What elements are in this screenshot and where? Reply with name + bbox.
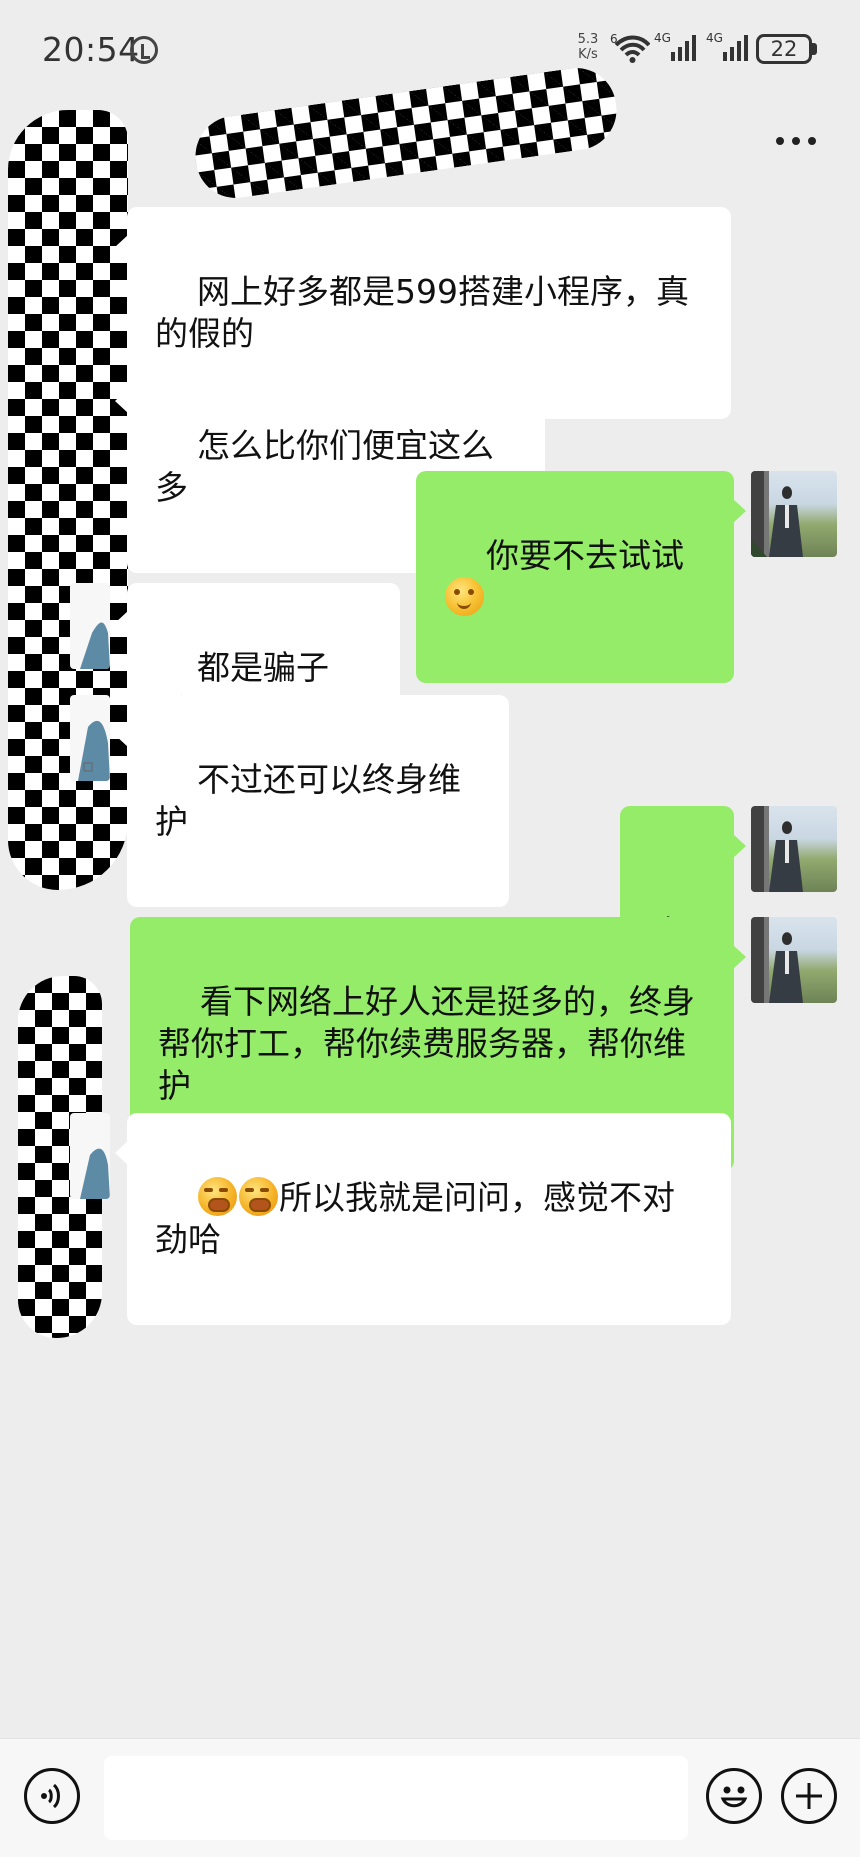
avatar[interactable] <box>751 917 837 1003</box>
redaction-left-top <box>8 110 128 890</box>
message-bubble[interactable]: 不过还可以终身维护 <box>115 695 509 907</box>
battery-tip <box>812 43 817 55</box>
wechat-chat-screen: 20:54 5.3 K/s 6 4G 4G 22 网上好多都是599搭建小程序，… <box>0 0 860 1857</box>
message-text: 看下网络上好人还是挺多的，终身帮你打工，帮你续费服务器，帮你维护 <box>158 982 695 1105</box>
emoji-button[interactable] <box>706 1768 762 1824</box>
message-input[interactable] <box>104 1756 688 1840</box>
signal-1-label: 4G <box>654 31 671 45</box>
emoji-icon <box>720 1786 748 1808</box>
message-text: 你要不去试试 <box>485 536 684 575</box>
wifi-icon: 6 <box>610 32 650 63</box>
avatar[interactable] <box>70 1113 110 1199</box>
avatar[interactable] <box>70 583 110 669</box>
avatar[interactable] <box>70 695 110 781</box>
data-saver-icon <box>130 36 158 64</box>
cellular-signal-icon: 4G <box>654 31 696 61</box>
crying-emoji-icon <box>197 1177 237 1216</box>
cellular-signal-icon: 4G <box>706 31 748 61</box>
status-bar: 20:54 5.3 K/s 6 4G 4G 22 <box>0 0 860 100</box>
battery-indicator: 22 <box>756 34 812 64</box>
plus-button[interactable] <box>781 1768 837 1824</box>
signal-2-label: 4G <box>706 31 723 45</box>
thinking-emoji-icon <box>445 577 484 616</box>
crying-emoji-icon <box>238 1177 278 1216</box>
plus-icon <box>796 1783 822 1809</box>
message-bubble[interactable]: 你要不去试试 <box>416 471 746 683</box>
status-time: 20:54 <box>42 30 140 69</box>
message-text: 不过还可以终身维护 <box>155 760 461 841</box>
avatar[interactable] <box>751 806 837 892</box>
avatar[interactable] <box>751 471 837 557</box>
message-bubble[interactable]: 所以我就是问问，感觉不对劲哈 <box>115 1113 731 1325</box>
message-text: 网上好多都是599搭建小程序，真的假的 <box>155 272 689 353</box>
voice-input-button[interactable] <box>24 1768 80 1824</box>
voice-input-icon <box>41 1783 60 1809</box>
network-speed: 5.3 K/s <box>577 32 599 62</box>
more-dots-icon[interactable] <box>772 133 820 151</box>
